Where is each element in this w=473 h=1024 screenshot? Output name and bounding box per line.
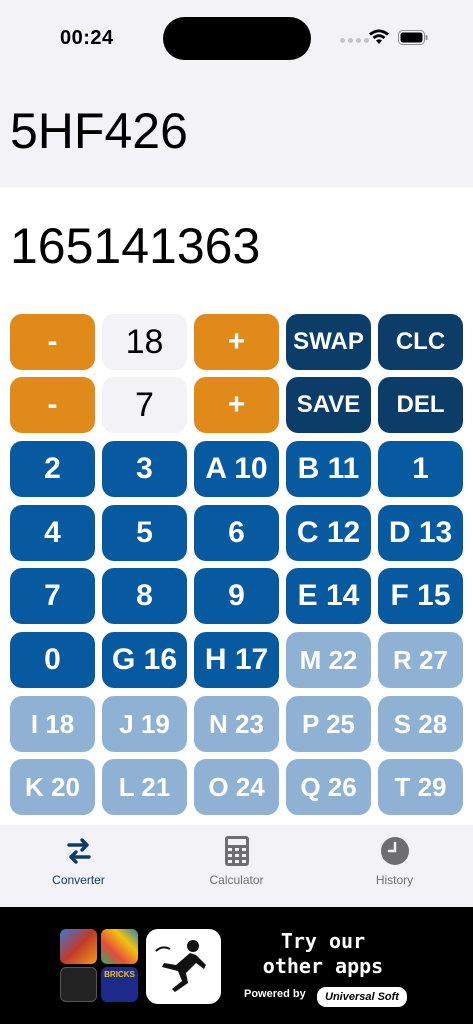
digit-key[interactable]: D 13 [378,505,463,561]
digit-key-disabled[interactable]: R 27 [378,632,463,688]
ad-headline-line-2: other apps [262,954,384,978]
to-base-increment-button[interactable]: + [194,377,279,433]
ad-app-thumbnail [60,929,97,964]
tab-converter[interactable]: Converter [0,835,157,901]
dynamic-island [163,17,311,60]
digit-key-disabled[interactable]: T 29 [378,759,463,815]
tab-bar: Converter Calculator History [0,825,473,907]
calculator-icon [224,836,249,866]
output-value: 165141363 [10,218,261,274]
digit-key-disabled[interactable]: I 18 [10,696,95,752]
digit-key[interactable]: E 14 [286,568,371,624]
digit-key[interactable]: 6 [194,505,279,561]
digit-key-disabled[interactable]: N 23 [194,696,279,752]
clock-icon [380,837,409,865]
digit-key[interactable]: 4 [10,505,95,561]
ad-banner[interactable]: BRICKS Try our other apps Powered by Uni… [0,907,473,1024]
ad-brand-logo: Universal Soft [317,987,407,1007]
digit-key[interactable]: F 15 [378,568,463,624]
digit-key[interactable]: 1 [378,441,463,497]
status-time: 00:24 [60,27,114,49]
to-base-decrement-button[interactable]: - [10,377,95,433]
digit-key[interactable]: C 12 [286,505,371,561]
tab-history[interactable]: History [316,835,473,901]
ad-app-thumbnail: BRICKS [101,967,138,1002]
digit-key-disabled[interactable]: J 19 [102,696,187,752]
ad-app-thumbnail [101,929,138,964]
runner-icon [155,940,206,992]
digit-key[interactable]: H 17 [194,632,279,688]
tab-converter-label: Converter [52,873,105,887]
to-base-value: 7 [102,377,187,433]
delete-button[interactable]: DEL [378,377,463,433]
swap-button[interactable]: SWAP [286,314,371,370]
ad-app-thumbnail [60,967,97,1002]
clear-button[interactable]: CLC [378,314,463,370]
status-bar: 00:24 [0,0,473,80]
save-button[interactable]: SAVE [286,377,371,433]
digit-key[interactable]: 3 [102,441,187,497]
digit-key-disabled[interactable]: P 25 [286,696,371,752]
digit-key[interactable]: B 11 [286,441,371,497]
cellular-signal-icon [340,38,369,43]
wifi-icon [369,29,389,44]
from-base-value: 18 [102,314,187,370]
digit-key[interactable]: 2 [10,441,95,497]
input-value: 5HF426 [10,103,188,159]
digit-key[interactable]: 5 [102,505,187,561]
digit-key[interactable]: 8 [102,568,187,624]
digit-key-disabled[interactable]: S 28 [378,696,463,752]
from-base-increment-button[interactable]: + [194,314,279,370]
ad-app-logo [146,929,221,1004]
digit-key[interactable]: G 16 [102,632,187,688]
digit-key-disabled[interactable]: O 24 [194,759,279,815]
digit-key[interactable]: A 10 [194,441,279,497]
from-base-decrement-button[interactable]: - [10,314,95,370]
digit-key-disabled[interactable]: L 21 [102,759,187,815]
ad-powered-by: Powered by [244,988,306,1000]
battery-icon [398,30,428,45]
tab-history-label: History [375,873,414,887]
tab-calculator-label: Calculator [209,873,264,887]
ad-headline-line-1: Try our [280,929,366,953]
keypad: - 18 + SWAP CLC - 7 + SAVE DEL 2 3 A 10 … [0,307,473,825]
output-display: 165141363 [0,187,473,307]
ad-headline: Try our other apps [254,929,392,979]
input-display: 5HF426 [0,80,473,187]
digit-key[interactable]: 7 [10,568,95,624]
digit-key-disabled[interactable]: K 20 [10,759,95,815]
tab-calculator[interactable]: Calculator [158,835,315,901]
digit-key[interactable]: 0 [10,632,95,688]
digit-key-disabled[interactable]: M 22 [286,632,371,688]
digit-key[interactable]: 9 [194,568,279,624]
swap-arrows-icon [66,838,91,864]
digit-key-disabled[interactable]: Q 26 [286,759,371,815]
